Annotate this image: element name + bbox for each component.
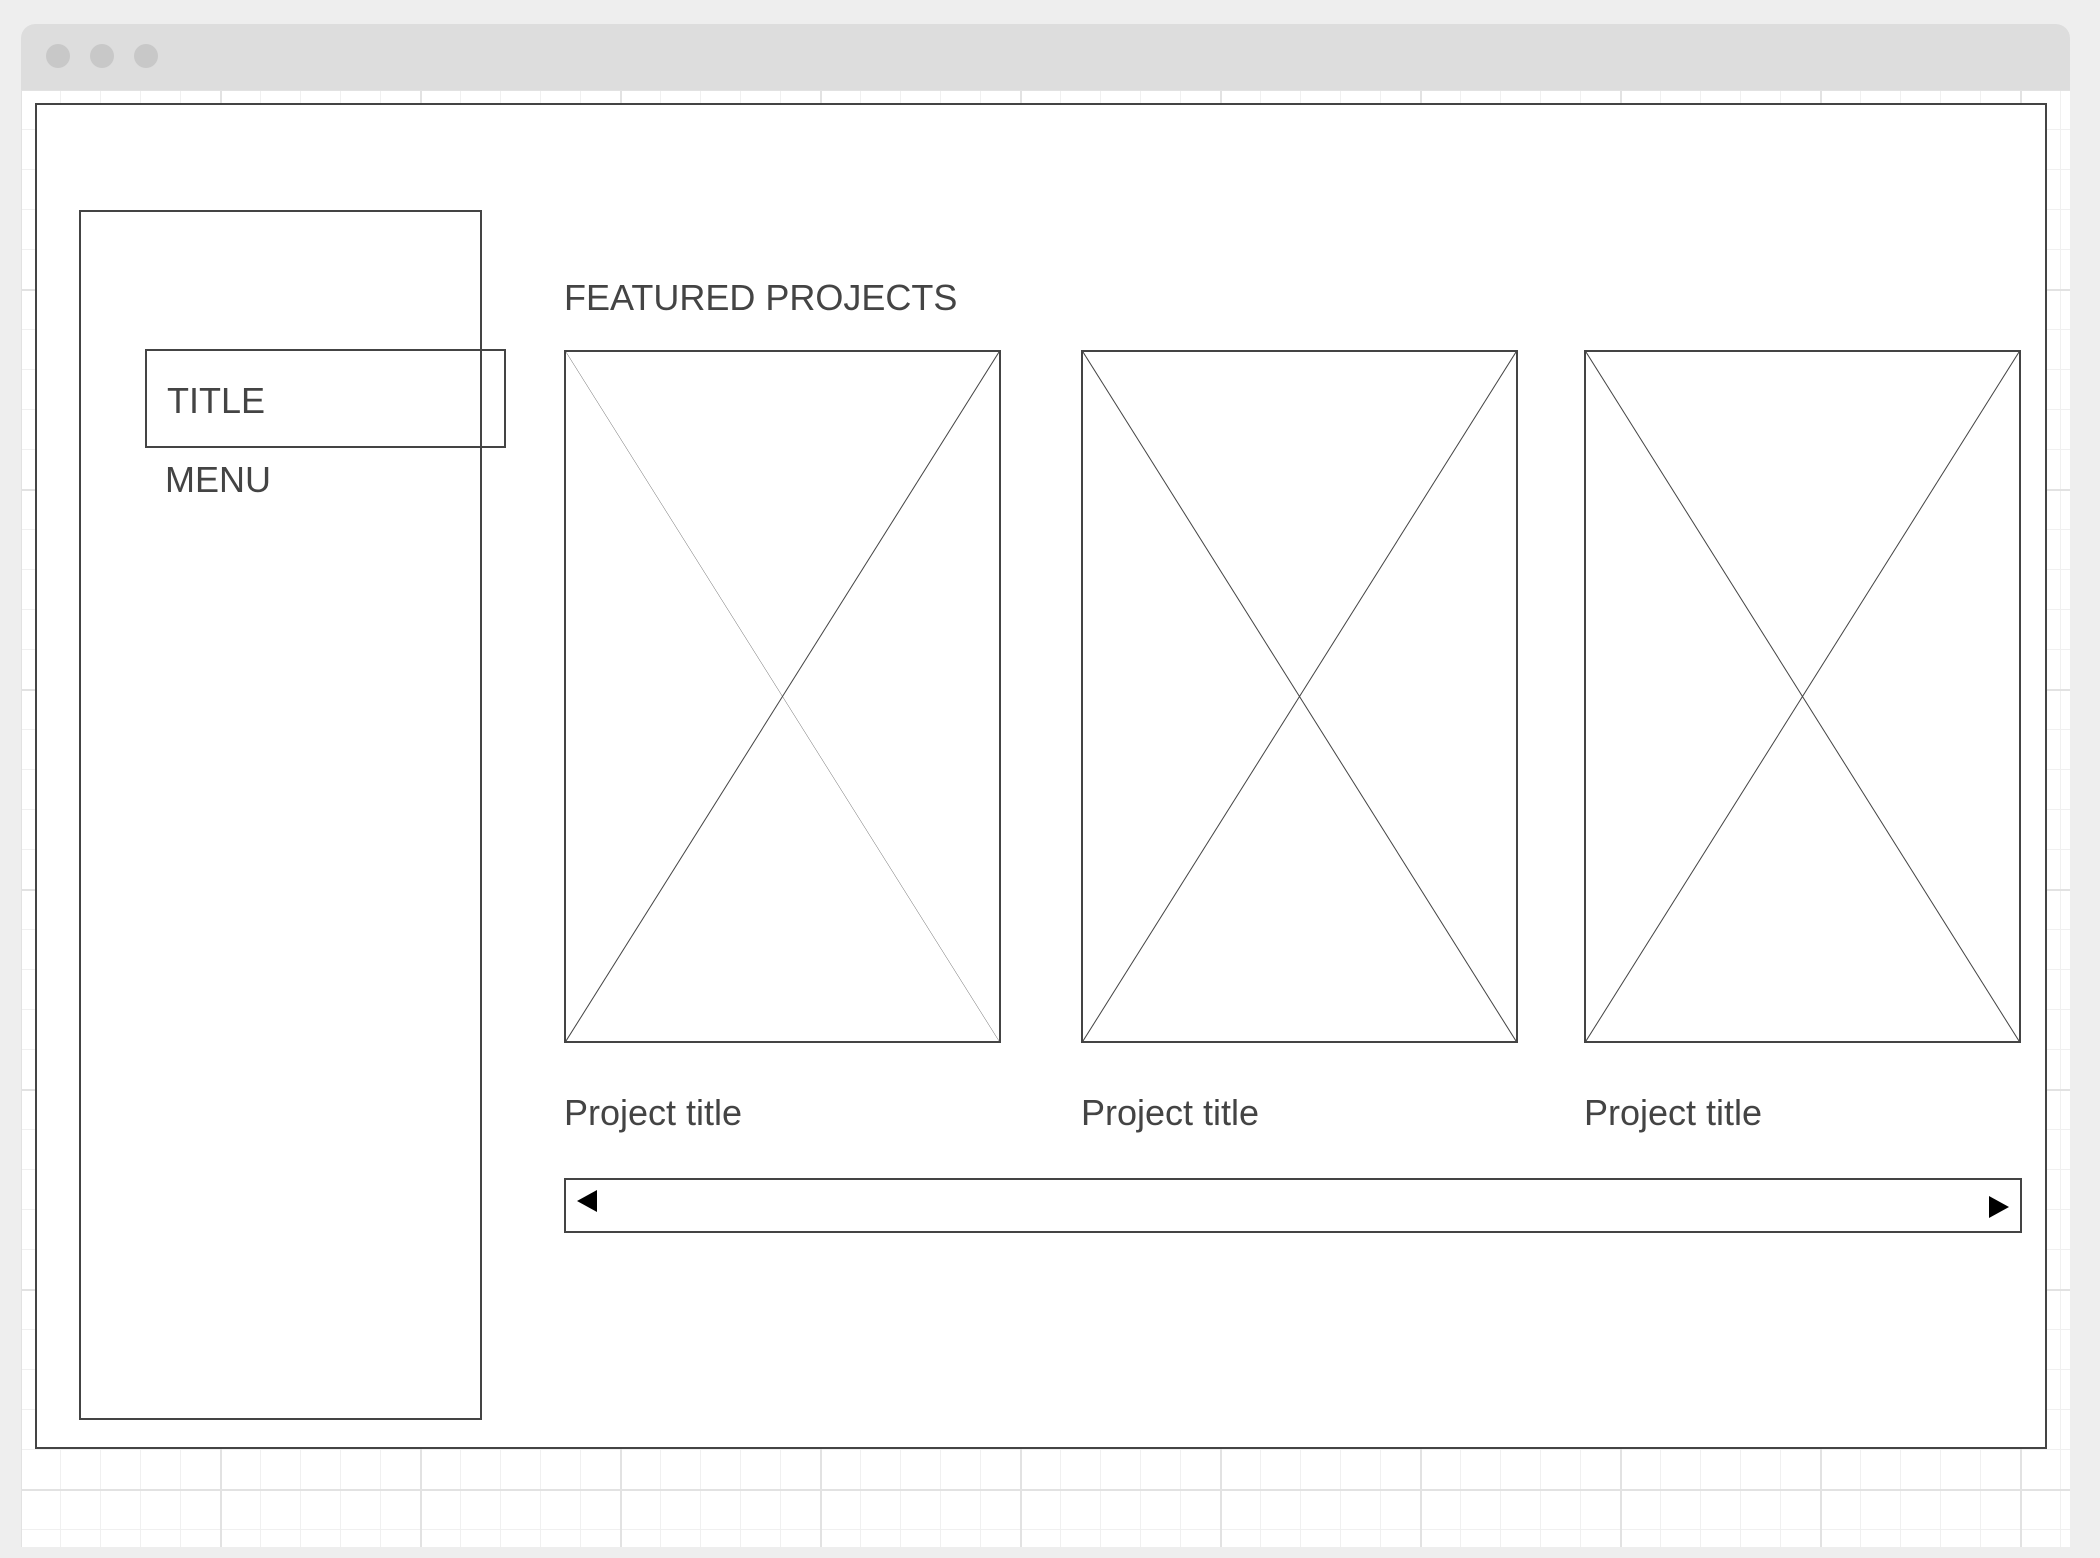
project-title[interactable]: Project title <box>564 1095 742 1131</box>
site-title-box[interactable]: TITLE <box>145 349 506 448</box>
project-image-placeholder[interactable] <box>1081 350 1518 1043</box>
browser-window: TITLE MENU FEATURED PROJECTS Project tit… <box>21 24 2070 1547</box>
triangle-right-icon[interactable] <box>1989 1196 2009 1218</box>
triangle-left-icon[interactable] <box>577 1190 597 1212</box>
window-minimize-dot[interactable] <box>90 44 114 68</box>
window-maximize-dot[interactable] <box>134 44 158 68</box>
project-image-placeholder[interactable] <box>564 350 1001 1043</box>
project-image-placeholder[interactable] <box>1584 350 2021 1043</box>
carousel-scrollbar[interactable] <box>564 1178 2022 1233</box>
site-title: TITLE <box>167 380 266 421</box>
menu-label[interactable]: MENU <box>165 462 271 498</box>
sidebar: TITLE MENU <box>79 210 506 1420</box>
project-title[interactable]: Project title <box>1081 1095 1259 1131</box>
window-close-dot[interactable] <box>46 44 70 68</box>
featured-projects-heading: FEATURED PROJECTS <box>564 277 958 318</box>
window-titlebar <box>21 24 2070 90</box>
project-title[interactable]: Project title <box>1584 1095 1762 1131</box>
page-frame: TITLE MENU FEATURED PROJECTS Project tit… <box>35 103 2047 1449</box>
